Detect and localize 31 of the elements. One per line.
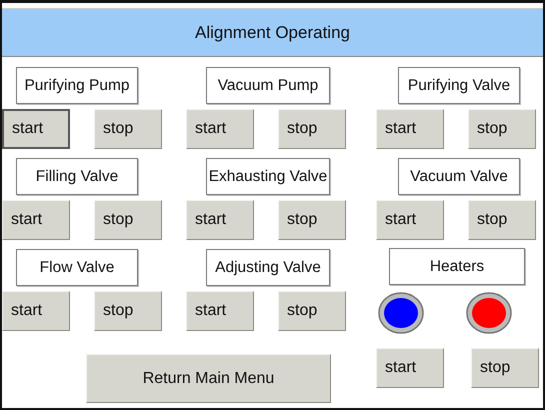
start-button[interactable]: start	[2, 291, 70, 331]
stop-button[interactable]: stop	[94, 291, 162, 331]
stop-button[interactable]: stop	[471, 348, 539, 388]
start-button[interactable]: start	[186, 200, 254, 240]
start-button[interactable]: start	[376, 348, 444, 388]
device-label: Vacuum Valve	[398, 158, 520, 195]
start-button[interactable]: start	[2, 109, 70, 149]
device-label: Purifying Pump	[16, 67, 138, 104]
device-label: Exhausting Valve	[206, 158, 330, 195]
stop-button[interactable]: stop	[278, 200, 346, 240]
stop-button[interactable]: stop	[468, 200, 536, 240]
screen-title: Alignment Operating	[2, 8, 543, 57]
device-label: Vacuum Pump	[206, 67, 330, 104]
stop-button[interactable]: stop	[468, 109, 536, 149]
stop-button[interactable]: stop	[94, 200, 162, 240]
return-main-menu-button[interactable]: Return Main Menu	[86, 354, 331, 403]
device-label: Adjusting Valve	[206, 249, 330, 286]
device-label: Flow Valve	[16, 249, 138, 286]
start-button[interactable]: start	[376, 109, 444, 149]
start-button[interactable]: start	[186, 109, 254, 149]
stop-button[interactable]: stop	[278, 291, 346, 331]
device-label: Heaters	[389, 248, 525, 285]
stop-button[interactable]: stop	[278, 109, 346, 149]
start-button[interactable]: start	[376, 200, 444, 240]
device-label: Filling Valve	[16, 158, 138, 195]
indicator-lamp	[466, 292, 512, 334]
start-button[interactable]: start	[186, 291, 254, 331]
indicator-lamp	[378, 292, 424, 334]
start-button[interactable]: start	[2, 200, 70, 240]
stop-button[interactable]: stop	[94, 109, 162, 149]
device-label: Purifying Valve	[398, 67, 520, 104]
